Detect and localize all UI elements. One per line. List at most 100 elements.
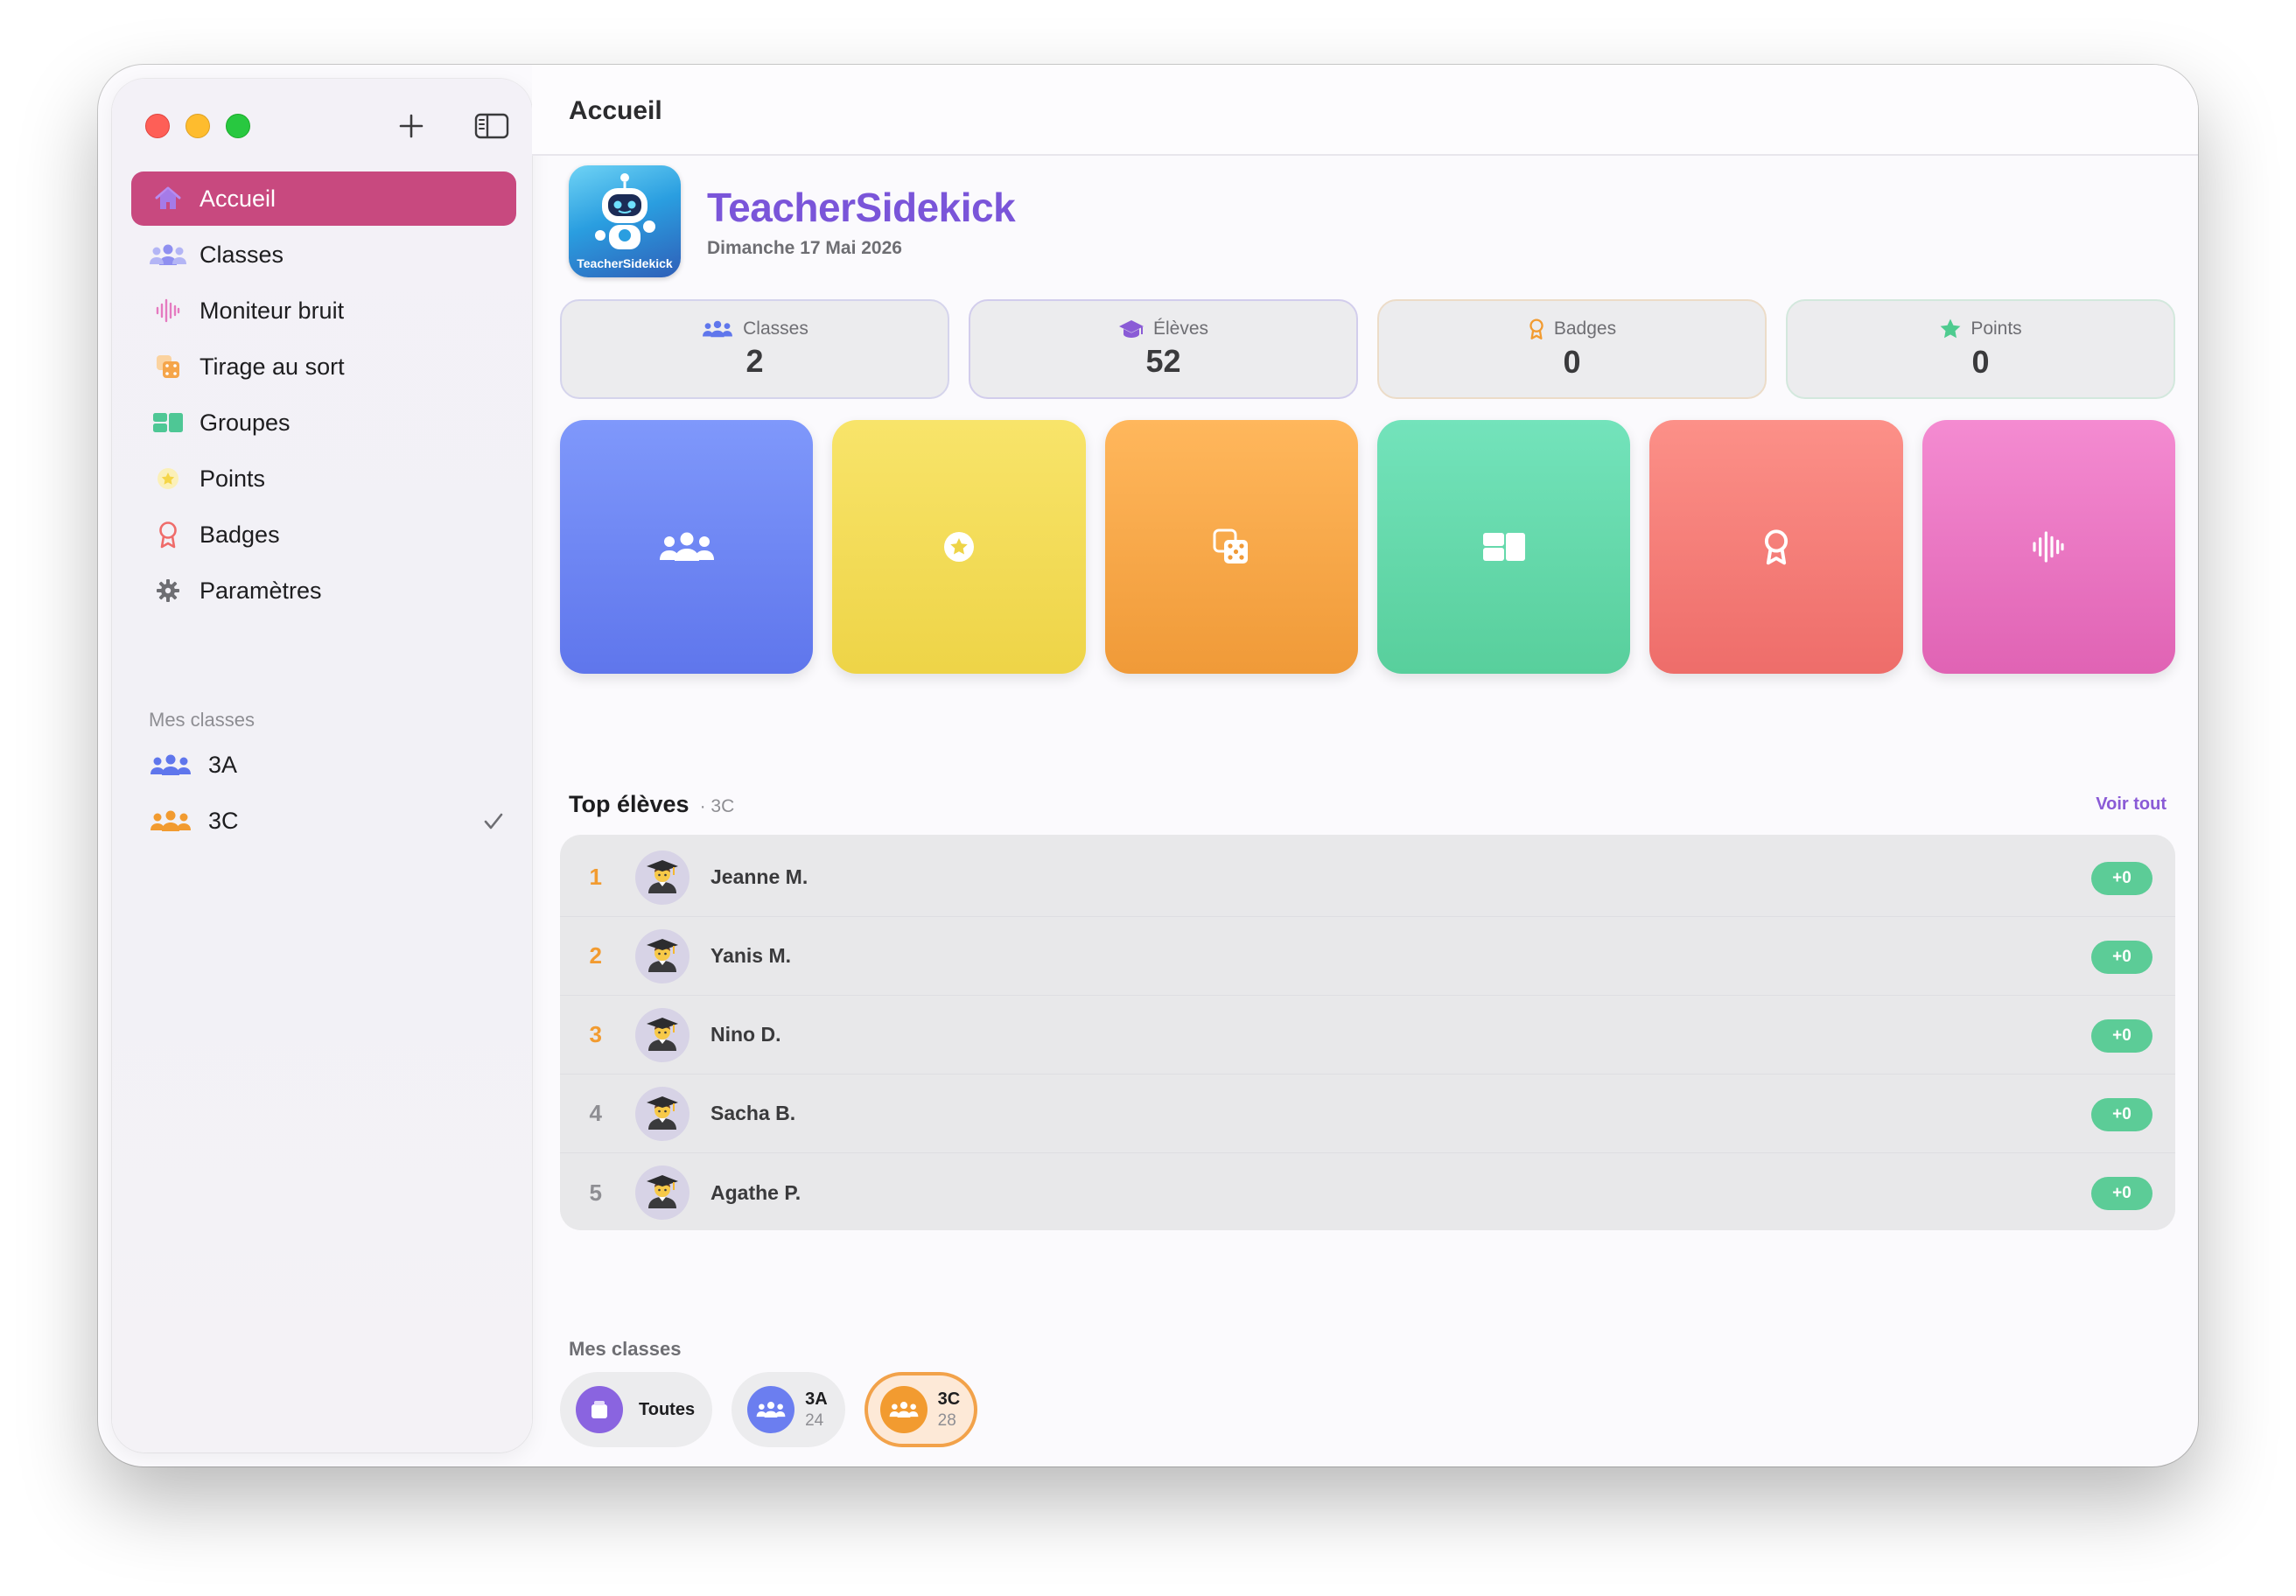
waveform-icon (2033, 531, 2064, 563)
sidebar-class-3c[interactable]: 3C (131, 793, 516, 849)
stats-row: Classes 2 Élèves 52 Badges 0 Points 0 (560, 299, 2175, 399)
gear-icon (149, 575, 187, 606)
tile-points[interactable] (832, 420, 1086, 674)
sidebar-class-label: 3C (208, 807, 239, 834)
stat-label: Points (1970, 318, 2022, 339)
app-logo: TeacherSidekick (569, 165, 681, 277)
stat-card-points: Points 0 (1786, 299, 2175, 399)
sidebar-class-label: 3A (208, 751, 238, 778)
student-graduate-icon (647, 859, 678, 893)
sidebar-class-list: 3A 3C (131, 737, 516, 849)
avatar (635, 928, 690, 984)
titlebar: Accueil (532, 65, 2198, 156)
sidebar-item-label: Paramètres (200, 577, 322, 604)
points-badge: +0 (2091, 1177, 2152, 1210)
sidebar-class-3a[interactable]: 3A (131, 737, 516, 793)
sidebar-item-moniteur-bruit[interactable]: Moniteur bruit (131, 284, 516, 338)
sidebar-nav: Accueil Classes Moniteur bruit Tirage au… (131, 172, 516, 620)
star-icon (1940, 318, 1961, 339)
chip-student-count: 24 (805, 1410, 824, 1430)
app-header: TeacherSidekick TeacherSidekick Dimanche… (569, 164, 1016, 278)
top-students-header: Top élèves · 3C Voir tout (569, 791, 2166, 826)
stat-value: 2 (746, 343, 764, 379)
avatar (635, 1086, 690, 1141)
sidebar-item-classes[interactable]: Classes (131, 228, 516, 282)
stat-card-badges: Badges 0 (1377, 299, 1767, 399)
plus-icon (399, 114, 424, 138)
dice-icon (1213, 528, 1249, 564)
main-content: Accueil TeacherSidekick TeacherSidekick … (532, 65, 2198, 1466)
points-badge: +0 (2091, 1019, 2152, 1053)
table-row[interactable]: 1 Jeanne M. +0 (560, 838, 2175, 917)
stat-value: 52 (1145, 343, 1181, 379)
people-icon (747, 1386, 795, 1433)
chip-student-count: 28 (937, 1410, 956, 1430)
student-graduate-icon (647, 938, 678, 972)
sidebar-item-groupes[interactable]: Groupes (131, 396, 516, 450)
sidebar-item-badges[interactable]: Badges (131, 508, 516, 562)
tile-classes[interactable] (560, 420, 814, 674)
avatar (635, 850, 690, 905)
student-name: Agathe P. (710, 1180, 802, 1204)
sidebar-item-points[interactable]: Points (131, 452, 516, 506)
sidebar-item-tirage-au-sort[interactable]: Tirage au sort (131, 340, 516, 394)
student-rank: 4 (589, 1100, 602, 1126)
sidebar-item-accueil[interactable]: Accueil (131, 172, 516, 226)
star-icon (943, 532, 974, 562)
rosette-icon (1530, 318, 1544, 340)
student-graduate-icon (647, 1175, 678, 1208)
student-name: Jeanne M. (710, 865, 808, 888)
chip-label: Toutes (639, 1399, 696, 1419)
student-rank: 5 (589, 1179, 602, 1206)
stat-card-classes: Classes 2 (560, 299, 949, 399)
chip-class-name: 3C (937, 1389, 961, 1409)
toggle-sidebar-button[interactable] (472, 108, 511, 144)
chip-all-classes[interactable]: Toutes (560, 1372, 713, 1447)
top-students-class: · 3C (699, 796, 735, 816)
checkmark-icon (483, 810, 504, 837)
quick-actions (560, 420, 2175, 674)
table-row[interactable]: 5 Agathe P. +0 (560, 1153, 2175, 1232)
app-name: TeacherSidekick (707, 185, 1016, 230)
sidebar-item-label: Tirage au sort (200, 353, 345, 380)
sidebar-item-label: Moniteur bruit (200, 297, 345, 324)
student-graduate-icon (647, 1017, 678, 1051)
sidebar-item-parametres[interactable]: Paramètres (131, 564, 516, 618)
add-button[interactable] (392, 108, 430, 144)
groups-icon (149, 407, 187, 438)
sidebar: Accueil Classes Moniteur bruit Tirage au… (112, 79, 532, 1452)
sidebar-item-label: Classes (200, 241, 284, 268)
tile-badges[interactable] (1649, 420, 1903, 674)
points-badge: +0 (2091, 1098, 2152, 1131)
current-date: Dimanche 17 Mai 2026 (707, 238, 902, 258)
chip-class-3c[interactable]: 3C 28 (864, 1372, 978, 1447)
app-logo-text: TeacherSidekick (577, 256, 673, 270)
see-all-link[interactable]: Voir tout (2096, 794, 2166, 815)
tile-tirage-au-sort[interactable] (1104, 420, 1358, 674)
student-rank: 2 (589, 942, 602, 969)
people-icon (659, 532, 714, 561)
student-rank: 1 (589, 864, 602, 890)
points-badge: +0 (2091, 941, 2152, 974)
table-row[interactable]: 4 Sacha B. +0 (560, 1074, 2175, 1153)
minimize-window-button[interactable] (186, 114, 210, 138)
robot-icon (595, 173, 655, 249)
star-icon (149, 463, 187, 494)
student-name: Nino D. (710, 1023, 781, 1046)
zoom-window-button[interactable] (226, 114, 250, 138)
app-window: Accueil Classes Moniteur bruit Tirage au… (98, 65, 2198, 1466)
table-row[interactable]: 2 Yanis M. +0 (560, 917, 2175, 996)
waveform-icon (149, 295, 187, 326)
chip-class-3a[interactable]: 3A 24 (732, 1372, 845, 1447)
tile-groupes[interactable] (1376, 420, 1631, 674)
groups-icon (1482, 533, 1525, 561)
sidebar-item-label: Groupes (200, 409, 290, 436)
close-window-button[interactable] (145, 114, 170, 138)
dice-icon (149, 351, 187, 382)
tile-moniteur-bruit[interactable] (1922, 420, 2175, 674)
sidebar-item-label: Points (200, 465, 266, 492)
house-icon (149, 183, 187, 214)
student-graduate-icon (647, 1096, 678, 1130)
table-row[interactable]: 3 Nino D. +0 (560, 996, 2175, 1074)
graduation-cap-icon (1118, 320, 1144, 338)
